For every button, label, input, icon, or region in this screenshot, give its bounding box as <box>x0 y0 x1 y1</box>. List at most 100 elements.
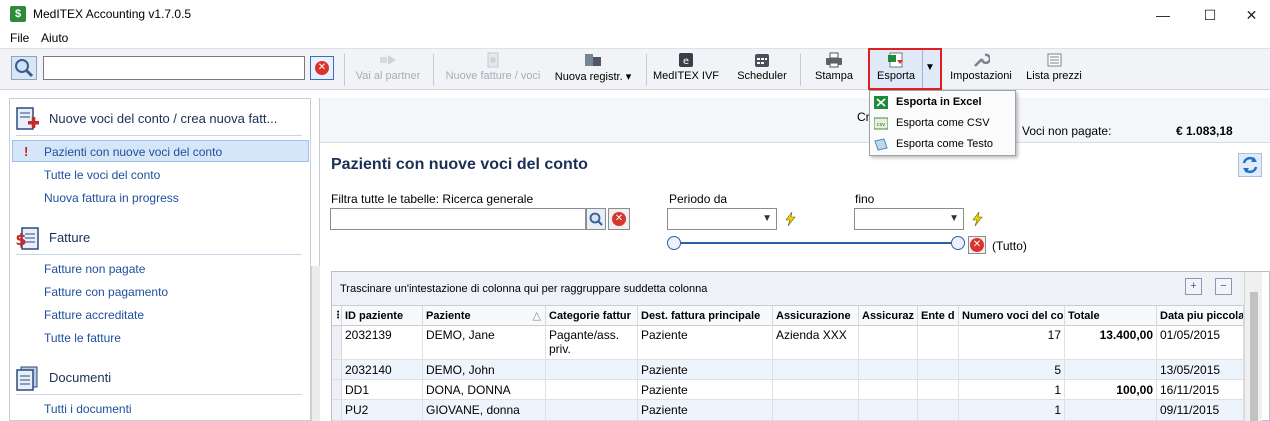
table-cell[interactable] <box>773 380 859 400</box>
scrollbar[interactable] <box>311 266 320 421</box>
column-header[interactable]: Categorie fattur <box>546 306 638 326</box>
table-cell[interactable]: Paziente <box>638 326 773 360</box>
period-range-slider[interactable] <box>674 242 958 244</box>
expand-all-button[interactable]: + <box>1185 278 1202 295</box>
table-cell[interactable]: Azienda XXX <box>773 326 859 360</box>
sidebar-item-fatture-pagamento[interactable]: Fatture con pagamento <box>44 285 168 299</box>
column-header[interactable]: Assicurazione <box>773 306 859 326</box>
vai-al-partner-button[interactable]: Vai al partner <box>352 52 424 88</box>
sidebar-item-pazienti-nuove-voci[interactable]: Pazienti con nuove voci del conto <box>44 145 222 159</box>
table-cell[interactable]: Paziente <box>638 360 773 380</box>
table-cell[interactable] <box>1065 360 1157 380</box>
scrollbar-thumb[interactable] <box>1250 292 1258 421</box>
search-icon[interactable] <box>11 56 37 80</box>
period-from-select[interactable]: ▼ <box>667 208 777 230</box>
period-to-select[interactable]: ▼ <box>854 208 964 230</box>
table-cell[interactable]: Paziente <box>638 380 773 400</box>
menu-item-export-excel[interactable]: Esporta in Excel <box>870 92 1015 113</box>
table-cell[interactable]: 13/05/2015 <box>1157 360 1244 380</box>
lightning-icon[interactable] <box>783 212 797 226</box>
table-cell[interactable] <box>546 360 638 380</box>
table-cell[interactable]: 1 <box>959 380 1065 400</box>
grid-scrollbar[interactable] <box>1244 272 1262 421</box>
table-cell[interactable]: 09/11/2015 <box>1157 400 1244 421</box>
table-cell[interactable] <box>773 400 859 421</box>
row-indicator[interactable] <box>332 380 342 400</box>
table-cell[interactable]: DEMO, John <box>423 360 546 380</box>
menu-file[interactable]: File <box>10 31 29 45</box>
esporta-dropdown-arrow-icon[interactable]: ▼ <box>925 62 935 73</box>
lightning-icon[interactable] <box>970 212 984 226</box>
table-cell[interactable] <box>918 326 959 360</box>
minimize-button[interactable]: — <box>1140 0 1186 30</box>
close-button[interactable]: ✕ <box>1233 0 1270 30</box>
table-cell[interactable] <box>859 326 918 360</box>
row-indicator[interactable] <box>332 326 342 360</box>
menu-item-export-csv[interactable]: csv Esporta come CSV <box>870 113 1015 134</box>
scheduler-button[interactable]: Scheduler <box>731 52 793 88</box>
column-header[interactable]: Ente d <box>918 306 959 326</box>
slider-handle-start[interactable] <box>667 236 681 250</box>
maximize-button[interactable]: ☐ <box>1187 0 1233 30</box>
menu-item-export-text[interactable]: Esporta come Testo <box>870 134 1015 155</box>
sidebar-item-fatture-non-pagate[interactable]: Fatture non pagate <box>44 262 145 276</box>
table-cell[interactable]: 17 <box>959 326 1065 360</box>
slider-handle-end[interactable] <box>951 236 965 250</box>
sidebar-item-fatture-accreditate[interactable]: Fatture accreditate <box>44 308 144 322</box>
table-cell[interactable]: Paziente <box>638 400 773 421</box>
row-indicator[interactable] <box>332 360 342 380</box>
sidebar-item-nuova-fattura[interactable]: Nuova fattura in progress <box>44 191 179 205</box>
column-header[interactable]: Data piu piccola <box>1157 306 1244 326</box>
lista-prezzi-button[interactable]: Lista prezzi <box>1022 52 1086 88</box>
meditex-ivf-button[interactable]: e MedITEX IVF <box>650 52 722 88</box>
table-cell[interactable] <box>918 400 959 421</box>
sidebar-item-tutte-voci[interactable]: Tutte le voci del conto <box>44 168 160 182</box>
table-cell[interactable]: 13.400,00 <box>1065 326 1157 360</box>
table-cell[interactable]: 01/05/2015 <box>1157 326 1244 360</box>
table-cell[interactable] <box>859 380 918 400</box>
table-cell[interactable]: 2032139 <box>342 326 423 360</box>
refresh-icon[interactable] <box>1238 153 1262 177</box>
table-cell[interactable]: GIOVANE, donna <box>423 400 546 421</box>
table-cell[interactable] <box>773 360 859 380</box>
search-input[interactable] <box>43 56 305 80</box>
row-indicator[interactable] <box>332 400 342 421</box>
impostazioni-button[interactable]: Impostazioni <box>948 52 1014 88</box>
column-header[interactable]: Assicuraz <box>859 306 918 326</box>
collapse-all-button[interactable]: − <box>1215 278 1232 295</box>
sidebar-item-tutte-fatture[interactable]: Tutte le fatture <box>44 331 121 345</box>
filter-input[interactable] <box>330 208 586 230</box>
table-cell[interactable] <box>918 360 959 380</box>
column-header[interactable]: ID paziente <box>342 306 423 326</box>
nuove-fatture-button[interactable]: Nuove fatture / voci <box>440 52 546 88</box>
table-cell[interactable] <box>859 400 918 421</box>
table-cell[interactable] <box>546 380 638 400</box>
range-clear-button[interactable]: ✕ <box>968 236 986 254</box>
column-header[interactable]: Dest. fattura principale <box>638 306 773 326</box>
menu-aiuto[interactable]: Aiuto <box>41 31 68 45</box>
table-cell[interactable]: 100,00 <box>1065 380 1157 400</box>
filter-clear-button[interactable]: ✕ <box>608 208 630 230</box>
table-cell[interactable] <box>1065 400 1157 421</box>
table-cell[interactable]: 2032140 <box>342 360 423 380</box>
table-cell[interactable]: 5 <box>959 360 1065 380</box>
table-cell[interactable] <box>918 380 959 400</box>
nuova-registr-button[interactable]: Nuova registr. ▾ <box>553 52 633 88</box>
stampa-button[interactable]: Stampa <box>808 52 860 88</box>
column-header[interactable]: Numero voci del co <box>959 306 1065 326</box>
table-cell[interactable] <box>546 400 638 421</box>
table-cell[interactable]: 1 <box>959 400 1065 421</box>
table-cell[interactable] <box>859 360 918 380</box>
table-cell[interactable]: Pagante/ass. priv. <box>546 326 638 360</box>
column-header[interactable]: Totale <box>1065 306 1157 326</box>
column-chooser-icon[interactable]: ⋮ <box>332 306 342 326</box>
column-header-sorted[interactable]: Paziente △ <box>423 306 546 326</box>
table-cell[interactable]: DONA, DONNA <box>423 380 546 400</box>
clear-search-button[interactable]: ✕ <box>310 56 334 80</box>
table-cell[interactable]: 16/11/2015 <box>1157 380 1244 400</box>
table-cell[interactable]: DEMO, Jane <box>423 326 546 360</box>
esporta-main[interactable]: Esporta <box>870 52 922 88</box>
filter-search-icon[interactable] <box>586 208 606 230</box>
table-cell[interactable]: PU2 <box>342 400 423 421</box>
table-cell[interactable]: DD1 <box>342 380 423 400</box>
